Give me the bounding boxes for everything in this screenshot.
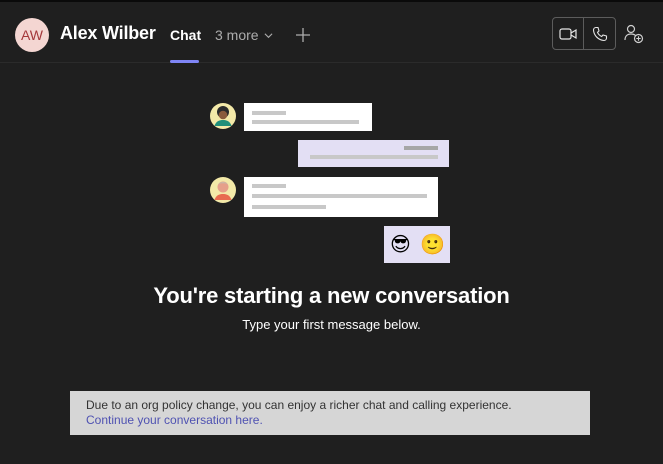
person-avatar-icon [210,103,236,129]
contact-avatar[interactable]: AW [15,18,49,52]
policy-banner-text: Due to an org policy change, you can enj… [86,398,512,412]
policy-banner: Due to an org policy change, you can enj… [70,391,590,435]
message-bubble-placeholder [244,177,438,217]
empty-state-title: You're starting a new conversation [153,283,510,308]
sunglasses-emoji: 😎 [390,232,411,256]
call-button-group [552,17,616,50]
audio-call-button[interactable] [584,18,615,49]
smile-emoji: 🙂 [420,232,445,256]
teams-chat-window: AW Alex Wilber Chat 3 more 😎 🙂 You're st… [0,0,663,464]
person-avatar-icon [210,177,236,203]
tab-chat[interactable]: Chat [170,27,201,43]
add-people-icon[interactable] [623,23,645,45]
empty-state-subtitle: Type your first message below. [242,317,421,332]
message-bubble-placeholder [244,103,372,131]
video-call-button[interactable] [553,18,584,49]
continue-conversation-link[interactable]: Continue your conversation here. [86,413,574,427]
phone-icon [592,26,607,41]
chevron-down-icon[interactable] [264,31,273,40]
emoji-bubble: 😎 🙂 [384,226,450,263]
active-tab-indicator [170,60,199,63]
video-camera-icon [559,27,577,40]
tab-more-dropdown[interactable]: 3 more [215,27,259,43]
contact-name[interactable]: Alex Wilber [60,23,156,44]
message-bubble-placeholder [298,140,449,167]
chat-header: AW Alex Wilber Chat 3 more [0,2,663,63]
plus-icon[interactable] [294,26,312,44]
